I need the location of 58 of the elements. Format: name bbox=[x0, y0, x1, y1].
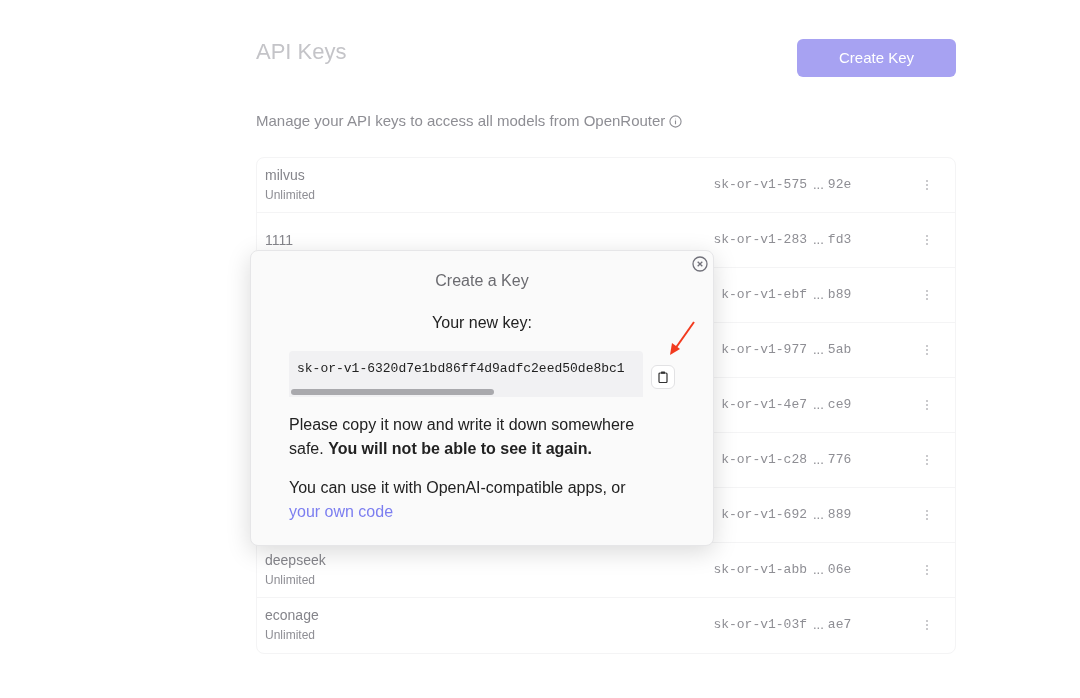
key-prefix: k-or-v1-ebf bbox=[720, 285, 807, 304]
key-suffix: 776 bbox=[827, 450, 852, 469]
key-ellipsis: ... bbox=[813, 285, 824, 304]
key-suffix: 06e bbox=[827, 560, 852, 579]
scrollbar-icon bbox=[291, 389, 494, 395]
key-suffix: b89 bbox=[827, 285, 852, 304]
key-ellipsis: ... bbox=[813, 616, 824, 635]
key-ellipsis: ... bbox=[813, 340, 824, 359]
create-key-button[interactable]: Create Key bbox=[797, 39, 956, 77]
key-suffix: 889 bbox=[827, 505, 852, 524]
key-prefix: k-or-v1-4e7 bbox=[720, 395, 807, 414]
key-name: milvus bbox=[265, 165, 306, 185]
key-ellipsis: ... bbox=[813, 505, 824, 524]
more-icon[interactable] bbox=[925, 178, 929, 191]
arrow-annotation bbox=[669, 321, 695, 356]
more-icon[interactable] bbox=[925, 508, 929, 521]
key-suffix: ae7 bbox=[827, 616, 852, 635]
more-icon[interactable] bbox=[925, 453, 929, 466]
info-icon bbox=[669, 114, 683, 128]
key-prefix: k-or-v1-692 bbox=[720, 505, 807, 524]
more-icon[interactable] bbox=[925, 233, 929, 246]
more-icon[interactable] bbox=[925, 563, 929, 576]
key-prefix: sk-or-v1-03f bbox=[712, 616, 807, 635]
clipboard-icon bbox=[658, 371, 668, 383]
key-suffix: 92e bbox=[827, 175, 852, 194]
page-title: API Keys bbox=[256, 38, 347, 66]
key-prefix: sk-or-v1-283 bbox=[712, 230, 807, 249]
more-icon[interactable] bbox=[925, 398, 929, 411]
key-name: 1111 bbox=[265, 230, 295, 250]
dialog-heading: Your new key: bbox=[432, 314, 532, 331]
usage-text: You can use it with OpenAI-compatible apps, or your own code bbox=[289, 478, 627, 522]
key-suffix: 5ab bbox=[827, 340, 852, 359]
key-prefix: k-or-v1-977 bbox=[720, 340, 807, 359]
key-prefix: sk-or-v1-abb bbox=[712, 560, 807, 579]
key-prefix: sk-or-v1-575 bbox=[712, 175, 807, 194]
key-ellipsis: ... bbox=[813, 560, 824, 579]
key-suffix: fd3 bbox=[827, 230, 852, 249]
key-name: deepseek bbox=[265, 550, 327, 570]
key-ellipsis: ... bbox=[813, 175, 824, 194]
key-usage: Unlimited bbox=[265, 627, 316, 644]
more-icon[interactable] bbox=[925, 343, 929, 356]
more-icon[interactable] bbox=[925, 619, 929, 631]
key-suffix: ce9 bbox=[827, 395, 852, 414]
dialog-title: Create a Key bbox=[435, 272, 529, 289]
own-code-link[interactable]: your own code bbox=[289, 503, 394, 520]
page-subtitle: Manage your API keys to access all models from OpenRouter bbox=[256, 111, 666, 131]
key-usage: Unlimited bbox=[265, 571, 316, 589]
more-icon[interactable] bbox=[925, 288, 929, 301]
key-prefix: k-or-v1-c28 bbox=[720, 450, 807, 469]
key-ellipsis: ... bbox=[813, 450, 824, 469]
warning-text: Please copy it now and write it down somewhere safe. You will not be able to see it again. bbox=[289, 415, 636, 459]
key-usage: Unlimited bbox=[265, 186, 316, 204]
key-name: econage bbox=[265, 606, 320, 625]
close-icon[interactable] bbox=[692, 256, 708, 272]
key-field[interactable]: sk-or-v1-6320d7e1bd86ff4d9adfc2eed50de8bc1 bbox=[289, 351, 643, 397]
copy-button[interactable] bbox=[651, 365, 675, 389]
key-ellipsis: ... bbox=[813, 230, 824, 249]
key-ellipsis: ... bbox=[813, 395, 824, 414]
